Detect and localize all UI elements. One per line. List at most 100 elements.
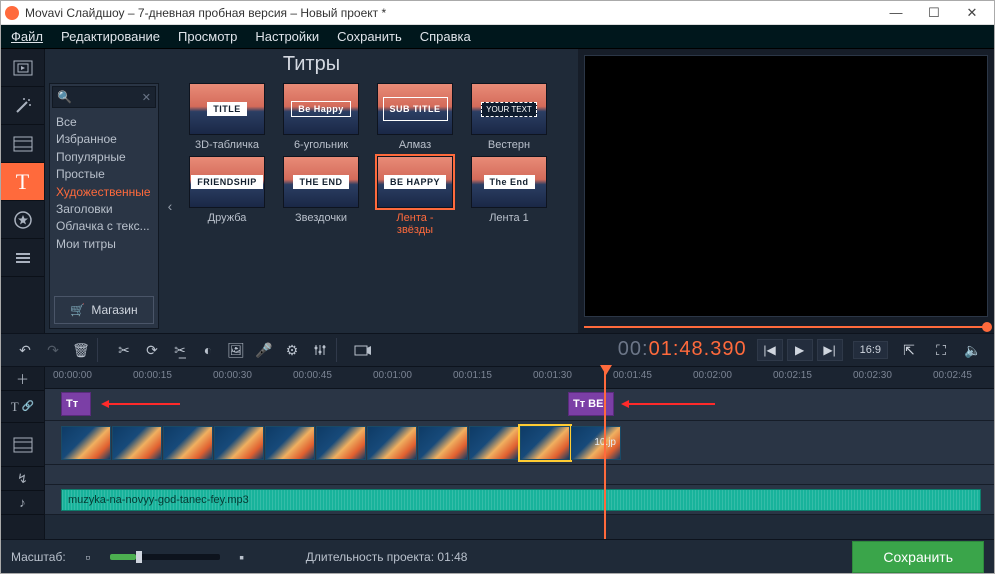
categories-list: ВсеИзбранноеПопулярныеПростыеХудожествен… [50, 110, 158, 292]
play-button[interactable]: ▶ [787, 339, 813, 361]
zoom-label: Масштаб: [11, 550, 66, 564]
browser-heading: Титры [45, 49, 578, 79]
tab-import[interactable] [1, 49, 44, 87]
volume-button[interactable]: 🔈 [962, 339, 984, 361]
tab-filters[interactable] [1, 125, 44, 163]
video-clip[interactable]: 10.jp [571, 426, 621, 460]
window-close-button[interactable]: ✕ [954, 3, 990, 23]
shop-button[interactable]: 🛒 Магазин [54, 296, 154, 324]
video-track-header[interactable] [1, 423, 44, 467]
ruler-tick: 00:02:00 [693, 370, 732, 381]
annotation-arrow [625, 403, 715, 405]
category-item[interactable]: Облачка с текс... [56, 218, 152, 235]
clear-search-icon[interactable]: ✕ [142, 91, 151, 104]
video-clip[interactable] [163, 426, 213, 460]
fullscreen-button[interactable]: ⛶ [930, 339, 952, 361]
video-clip[interactable] [520, 426, 570, 460]
menu-view[interactable]: Просмотр [178, 29, 237, 44]
title-thumbnail[interactable]: FRIENDSHIPДружба [189, 156, 265, 237]
title-thumbnail[interactable]: YOUR TEXTВестерн [471, 83, 547, 152]
prev-frame-button[interactable]: |◀ [757, 339, 783, 361]
zoom-out-icon[interactable]: ▫ [78, 547, 98, 567]
title-thumbnail[interactable]: BE HAPPYЛента - звёзды [377, 156, 453, 237]
tab-stickers[interactable] [1, 201, 44, 239]
link-track[interactable] [45, 465, 994, 485]
zoom-slider[interactable] [110, 554, 220, 560]
tab-more[interactable] [1, 239, 44, 277]
film-icon [13, 437, 33, 453]
video-track[interactable]: 10.jp [45, 421, 994, 465]
title-clip[interactable]: Tᴛ BE [568, 392, 614, 416]
zoom-knob[interactable] [136, 551, 142, 563]
category-item[interactable]: Заголовки [56, 201, 152, 218]
star-circle-icon [13, 210, 33, 230]
annotation-arrow [105, 403, 180, 405]
menu-help[interactable]: Справка [420, 29, 471, 44]
ruler-tick: 00:00:45 [293, 370, 332, 381]
video-clip[interactable] [367, 426, 417, 460]
title-clip[interactable]: Tᴛ [61, 392, 91, 416]
title-thumbnail[interactable]: SUB TITLEАлмаз [377, 83, 453, 152]
title-thumbnail[interactable]: Be Happy6-угольник [283, 83, 359, 152]
search-input[interactable]: 🔍 ✕ [52, 86, 156, 108]
export-frame-button[interactable]: ⇱ [898, 339, 920, 361]
title-track-header[interactable]: T 🔗 [1, 391, 44, 423]
next-frame-button[interactable]: ▶| [817, 339, 843, 361]
audio-track[interactable]: muzyka-na-novyy-god-tanec-fey.mp3 [45, 485, 994, 515]
video-clip[interactable] [418, 426, 468, 460]
preview-progress-knob[interactable] [982, 322, 992, 332]
add-track-button[interactable]: ＋ [1, 367, 44, 391]
menu-file[interactable]: Файл [11, 29, 43, 44]
link-track-header[interactable]: ↯ [1, 467, 44, 491]
video-clip[interactable] [214, 426, 264, 460]
equalizer-icon[interactable] [310, 340, 330, 360]
category-item[interactable]: Простые [56, 166, 152, 183]
undo-button[interactable]: ↶ [15, 340, 35, 360]
film-icon [13, 60, 33, 76]
timeline-body[interactable]: 00:00:0000:00:1500:00:3000:00:4500:01:00… [45, 367, 994, 539]
camera-button[interactable] [353, 340, 373, 360]
video-clip[interactable] [469, 426, 519, 460]
cut-button[interactable]: ✂ [114, 340, 134, 360]
category-item[interactable]: Все [56, 114, 152, 131]
image-button[interactable]: 🖼 [226, 340, 246, 360]
category-item[interactable]: Художественные [56, 184, 152, 201]
audio-clip[interactable]: muzyka-na-novyy-god-tanec-fey.mp3 [61, 489, 981, 511]
video-clip[interactable] [61, 426, 111, 460]
gear-button[interactable]: ⚙ [282, 340, 302, 360]
title-track[interactable]: Tᴛ Tᴛ BE [45, 389, 994, 421]
tab-titles[interactable]: T [1, 163, 44, 201]
video-clip[interactable] [265, 426, 315, 460]
title-thumbnail[interactable]: THE ENDЗвездочки [283, 156, 359, 237]
color-button[interactable]: ◐ [198, 340, 218, 360]
title-thumbnail[interactable]: TITLE3D-табличка [189, 83, 265, 152]
zoom-in-icon[interactable]: ▪ [232, 547, 252, 567]
category-item[interactable]: Избранное [56, 131, 152, 148]
categories-panel: 🔍 ✕ ВсеИзбранноеПопулярныеПростыеХудожес… [49, 83, 159, 329]
title-thumbnail[interactable]: The EndЛента 1 [471, 156, 547, 237]
delete-button[interactable]: 🗑 [71, 340, 91, 360]
window-minimize-button[interactable]: — [878, 3, 914, 23]
category-item[interactable]: Популярные [56, 149, 152, 166]
menu-save[interactable]: Сохранить [337, 29, 402, 44]
menu-edit[interactable]: Редактирование [61, 29, 160, 44]
window-maximize-button[interactable]: ☐ [916, 3, 952, 23]
category-item[interactable]: Мои титры [56, 236, 152, 253]
preview-panel [578, 49, 994, 333]
video-clip[interactable] [316, 426, 366, 460]
rotate-button[interactable]: ⟳ [142, 340, 162, 360]
collapse-categories-button[interactable]: ‹ [163, 83, 177, 329]
preview-progress[interactable] [584, 323, 988, 331]
save-button[interactable]: Сохранить [852, 541, 984, 573]
mic-button[interactable]: 🎤 [254, 340, 274, 360]
tab-wand[interactable] [1, 87, 44, 125]
audio-track-header[interactable]: ♪ [1, 491, 44, 515]
playhead[interactable] [604, 367, 606, 539]
video-clip[interactable] [112, 426, 162, 460]
redo-button[interactable]: ↷ [43, 340, 63, 360]
preview-video[interactable] [584, 55, 988, 317]
menu-settings[interactable]: Настройки [255, 29, 319, 44]
timeline-ruler[interactable]: 00:00:0000:00:1500:00:3000:00:4500:01:00… [45, 367, 994, 389]
crop-button[interactable]: ✂̲ [170, 340, 190, 360]
aspect-ratio-selector[interactable]: 16:9 [853, 341, 888, 359]
